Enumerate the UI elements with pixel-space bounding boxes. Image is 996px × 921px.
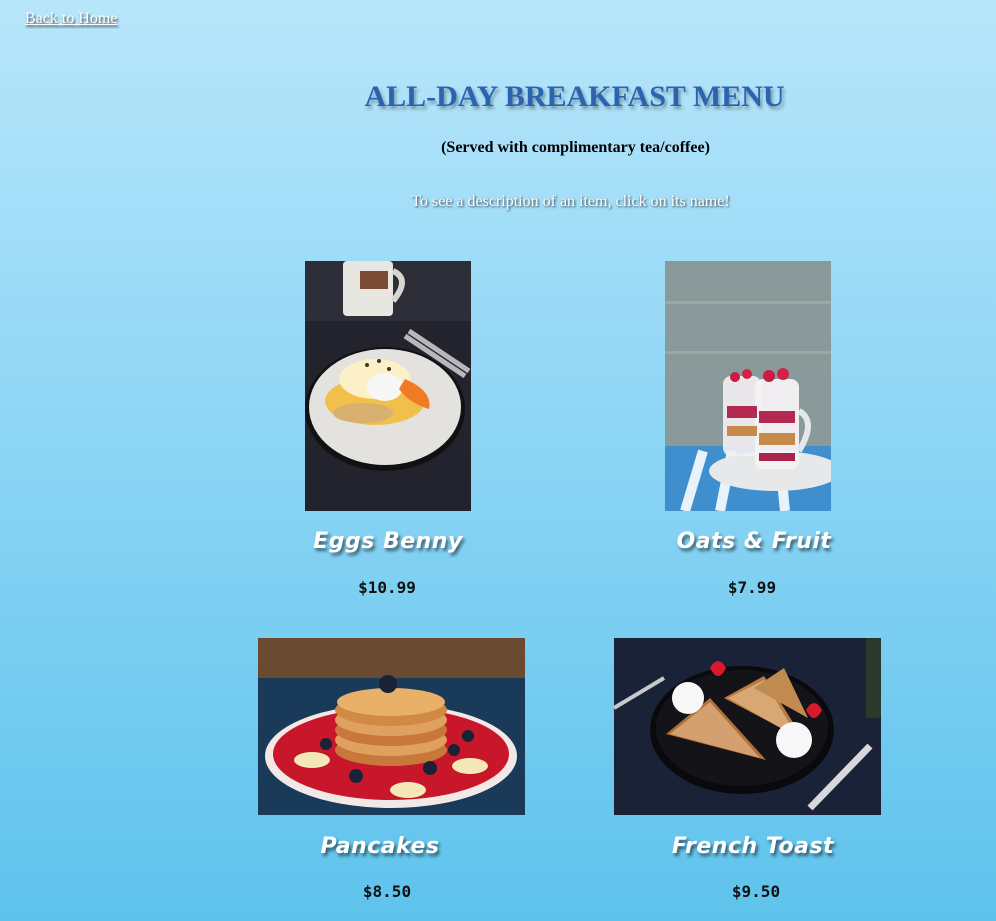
page-title: ALL-DAY BREAKFAST MENU bbox=[364, 80, 785, 113]
menu-item-price: $9.50 bbox=[731, 882, 781, 901]
back-to-home-link[interactable]: Back to Home bbox=[25, 10, 117, 28]
menu-item-name[interactable]: Pancakes bbox=[230, 834, 530, 859]
eggs-benny-image bbox=[305, 261, 471, 511]
menu-item-price: $7.99 bbox=[727, 578, 777, 597]
menu-item-name[interactable]: Oats & Fruit bbox=[604, 529, 904, 554]
menu-item-name[interactable]: French Toast bbox=[603, 834, 903, 859]
french-toast-image bbox=[614, 638, 881, 815]
oats-fruit-image bbox=[665, 261, 831, 511]
page-subtitle: (Served with complimentary tea/coffee) bbox=[441, 139, 710, 156]
menu-item-price: $8.50 bbox=[362, 882, 412, 901]
pancakes-image bbox=[258, 638, 525, 815]
instruction-text: To see a description of an item, click o… bbox=[411, 193, 730, 210]
menu-item-price: $10.99 bbox=[358, 578, 416, 597]
menu-item-name[interactable]: Eggs Benny bbox=[238, 529, 538, 554]
